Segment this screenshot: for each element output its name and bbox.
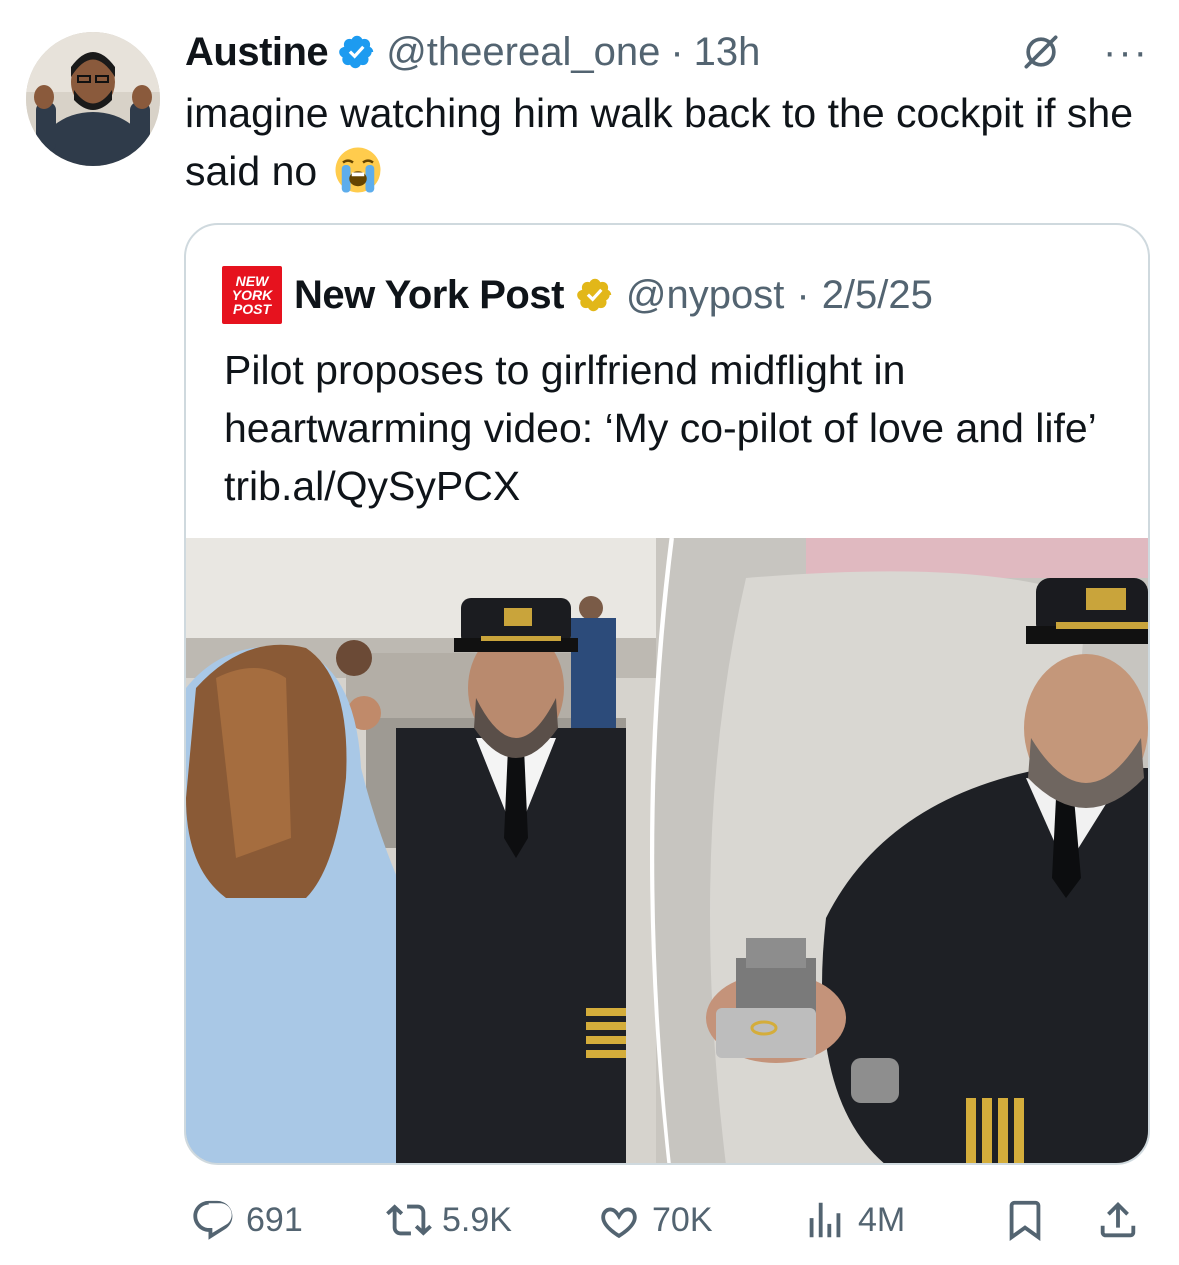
quoted-author-handle[interactable]: @nypost (626, 273, 784, 318)
like-count: 70K (652, 1200, 713, 1239)
nypost-avatar[interactable]: NEW YORK POST (222, 266, 282, 324)
reply-button[interactable]: 691 (190, 1190, 303, 1250)
nypost-logo-line: NEW (235, 273, 269, 289)
more-options-button[interactable]: ··· (1103, 32, 1149, 72)
views-icon (809, 1202, 841, 1238)
reply-icon (193, 1200, 233, 1240)
quoted-date[interactable]: 2/5/25 (822, 273, 933, 318)
tweet-action-bar: 691 5.9K 70K 4M (190, 1190, 1150, 1250)
author-name[interactable]: Austine (185, 30, 329, 75)
bookmark-button[interactable] (1002, 1190, 1048, 1250)
tweet-header: Austine @theereal_one · 13h (185, 28, 760, 76)
quoted-tweet-media[interactable] (186, 538, 1148, 1163)
quoted-tweet-header: NEW YORK POST New York Post @nypost · 2/… (222, 265, 933, 325)
like-button[interactable]: 70K (596, 1190, 713, 1250)
author-avatar[interactable] (26, 32, 160, 166)
separator-dot: · (796, 272, 810, 317)
repost-button[interactable]: 5.9K (386, 1190, 512, 1250)
verified-blue-icon (339, 35, 374, 69)
tweet-top-actions: ··· (1019, 30, 1149, 74)
nypost-logo-line: YORK (231, 287, 273, 303)
views-count: 4M (858, 1200, 906, 1239)
separator-dot: · (670, 29, 684, 74)
quoted-tweet[interactable]: NEW YORK POST New York Post @nypost · 2/… (184, 223, 1150, 1165)
tweet-time[interactable]: 13h (694, 30, 761, 75)
verified-gold-icon (577, 278, 612, 312)
views-button[interactable]: 4M (802, 1190, 905, 1250)
loudly-crying-face-icon (335, 147, 381, 193)
author-handle[interactable]: @theereal_one (386, 30, 660, 75)
reply-count: 691 (246, 1200, 303, 1239)
proposal-photo (186, 538, 1148, 1163)
repost-icon (386, 1204, 432, 1236)
share-button[interactable] (1095, 1190, 1141, 1250)
repost-count: 5.9K (442, 1200, 512, 1239)
tweet-text: imagine watching him walk back to the co… (185, 84, 1145, 200)
grok-icon[interactable] (1019, 30, 1063, 74)
share-icon (1100, 1201, 1136, 1238)
quoted-author-name[interactable]: New York Post (294, 273, 564, 318)
heart-icon (601, 1207, 637, 1239)
nypost-logo-line: POST (232, 301, 272, 317)
bookmark-icon (1009, 1200, 1041, 1241)
tweet-text-content: imagine watching him walk back to the co… (185, 90, 1134, 194)
quoted-tweet-text: Pilot proposes to girlfriend midflight i… (224, 347, 1096, 509)
